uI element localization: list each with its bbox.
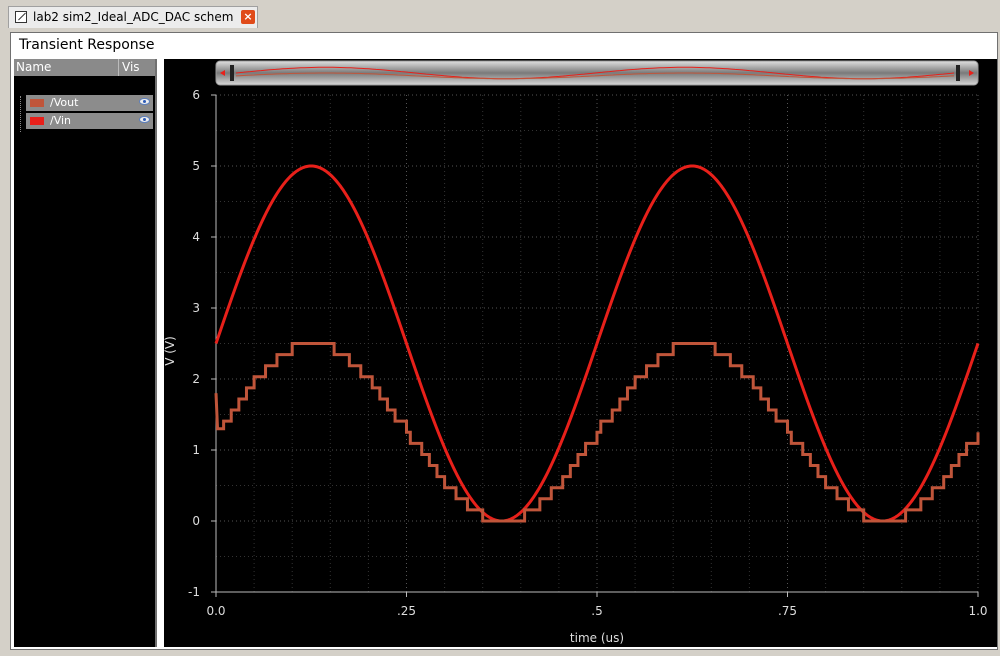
vis-column-header[interactable]: Vis [122,60,140,74]
signal-item-vin[interactable]: /Vin [26,113,153,129]
tree-connector [20,96,25,132]
y-tick-label: -1 [188,585,200,599]
vin-color-swatch [30,117,44,125]
y-axis-label: V (V) [164,336,177,366]
scrollbar-right-handle[interactable] [956,65,960,81]
x-tick-label: .5 [591,604,602,618]
signal-panel-header: Name Vis [14,59,155,76]
x-tick-label: .25 [397,604,416,618]
scrollbar-left-handle[interactable] [230,65,234,81]
tab-bar: lab2 sim2_Ideal_ADC_DAC schem... × [0,0,1000,30]
visibility-eye-icon[interactable] [139,98,150,105]
y-tick-label: 3 [192,301,200,315]
name-column-header[interactable]: Name [16,60,51,74]
transient-window: Transient Response Name Vis /Vout /Vin -… [10,32,998,650]
x-axis-label: time (us) [570,631,624,645]
signal-item-vout[interactable]: /Vout [26,95,153,111]
y-tick-label: 4 [192,230,200,244]
waveform-chart[interactable]: -1 0 1 2 3 4 5 6 0.0 .25 .5 .75 1.0 time (us) V (V) [163,59,997,647]
y-tick-label: 6 [192,88,200,102]
signal-name: /Vin [50,114,72,127]
y-tick-label: 0 [192,514,200,528]
overview-scrollbar[interactable] [215,60,979,86]
signal-panel: Name Vis /Vout /Vin [14,59,157,647]
schematic-icon [15,11,27,23]
column-divider[interactable] [118,59,119,76]
x-tick-label: .75 [778,604,797,618]
tab-schematic[interactable]: lab2 sim2_Ideal_ADC_DAC schem... × [8,6,258,28]
tab-label: lab2 sim2_Ideal_ADC_DAC schem... [33,10,233,24]
plot-area[interactable]: -1 0 1 2 3 4 5 6 0.0 .25 .5 .75 1.0 time (us) V (V) [163,59,997,647]
y-tick-label: 2 [192,372,200,386]
visibility-eye-icon[interactable] [139,116,150,123]
signal-name: /Vout [50,96,79,109]
y-tick-label: 1 [192,443,200,457]
x-tick-label: 1.0 [968,604,987,618]
series-vout[interactable] [214,342,980,523]
x-tick-label: 0.0 [206,604,225,618]
close-icon[interactable]: × [241,10,255,24]
window-title: Transient Response [19,37,155,53]
y-tick-label: 5 [192,159,200,173]
vout-color-swatch [30,99,44,107]
